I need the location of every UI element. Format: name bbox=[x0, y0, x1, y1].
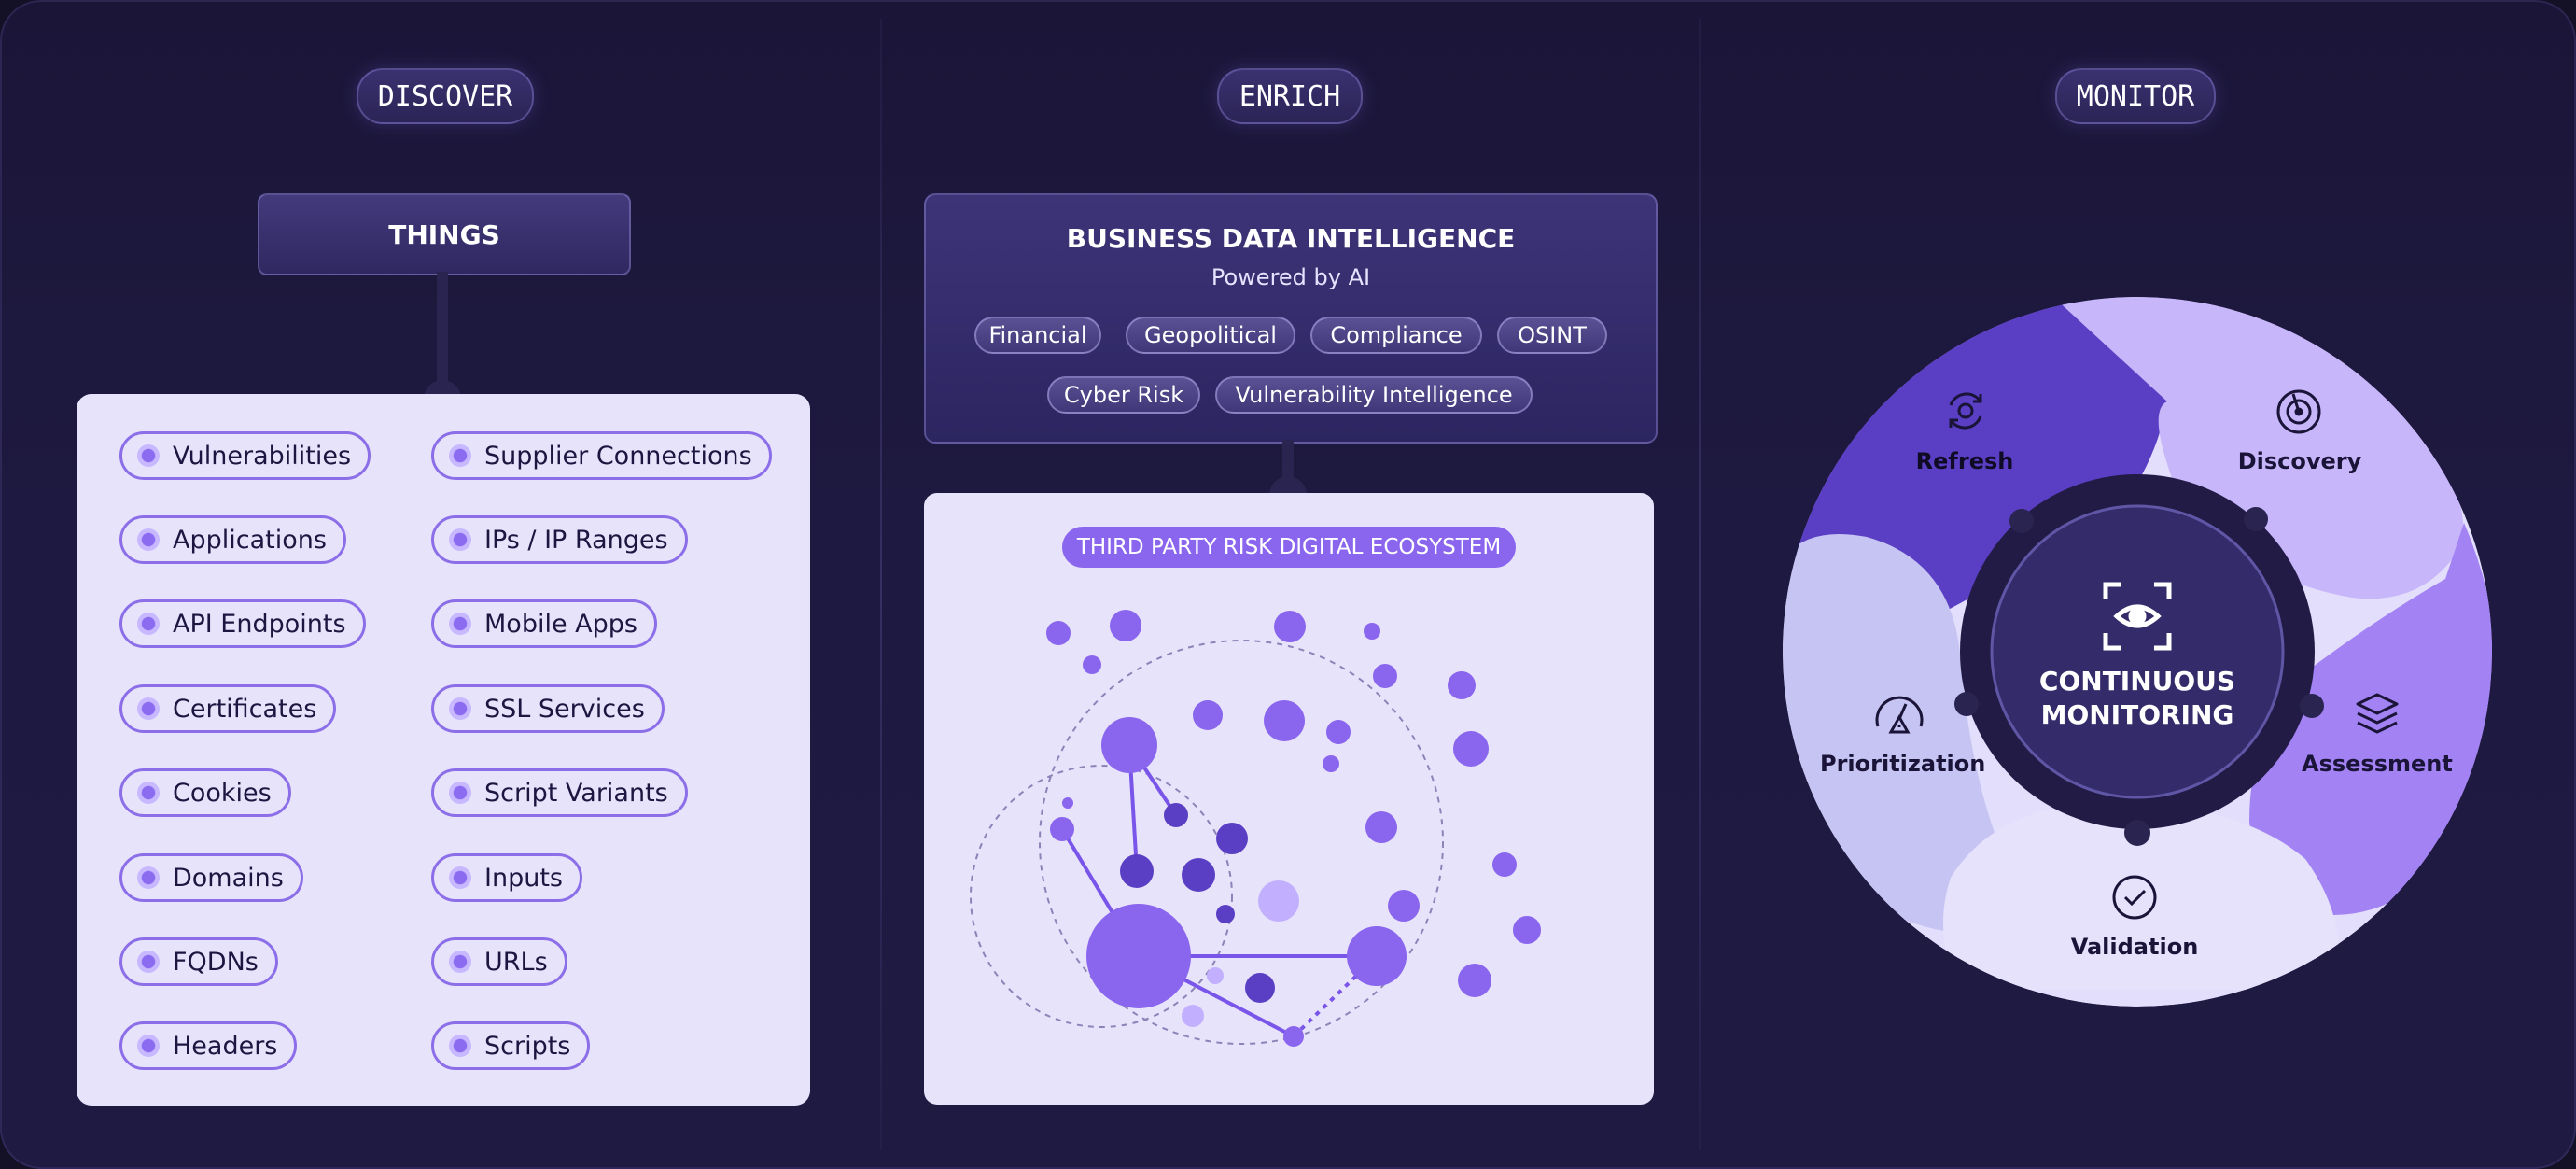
bdi-subtitle: Powered by AI bbox=[1211, 264, 1371, 290]
thing-label: IPs / IP Ranges bbox=[484, 525, 668, 555]
thing-chip: Mobile Apps bbox=[431, 599, 657, 648]
radar-icon bbox=[2276, 389, 2321, 434]
thing-chip: Scripts bbox=[431, 1021, 591, 1070]
column-divider bbox=[1699, 19, 1701, 1150]
stage-refresh-label: Refresh bbox=[1915, 448, 2014, 474]
thing-chip: Cookies bbox=[119, 768, 291, 817]
bullet-icon bbox=[137, 528, 160, 551]
thing-label: Script Variants bbox=[484, 778, 668, 808]
tag-cyber-risk: Cyber Risk bbox=[1047, 376, 1200, 414]
layers-icon bbox=[2356, 693, 2399, 734]
continuous-monitoring-line1: CONTINUOUS bbox=[2038, 666, 2236, 697]
check-circle-icon bbox=[2112, 875, 2157, 920]
thing-chip: Inputs bbox=[431, 853, 582, 902]
bullet-icon bbox=[137, 697, 160, 720]
thing-chip: SSL Services bbox=[431, 684, 665, 733]
thing-label: Mobile Apps bbox=[484, 609, 637, 639]
bullet-icon bbox=[137, 951, 160, 973]
stage-validation-label: Validation bbox=[2070, 934, 2199, 960]
tag-compliance: Compliance bbox=[1310, 317, 1482, 354]
thing-chip: Headers bbox=[119, 1021, 298, 1070]
bullet-icon bbox=[137, 1035, 160, 1057]
thing-label: Headers bbox=[173, 1031, 278, 1061]
bullet-icon bbox=[449, 782, 471, 804]
tag-geopolitical: Geopolitical bbox=[1126, 317, 1295, 354]
ecosystem-network-graph bbox=[970, 610, 1541, 1047]
eye-scan-icon bbox=[2103, 582, 2172, 651]
bullet-icon bbox=[449, 444, 471, 467]
thing-chip: Script Variants bbox=[431, 768, 688, 817]
things-title: THINGS bbox=[388, 218, 500, 250]
things-connector bbox=[437, 272, 448, 396]
thing-label: URLs bbox=[484, 947, 548, 977]
ecosystem-panel: THIRD PARTY RISK DIGITAL ECOSYSTEM bbox=[924, 493, 1654, 1105]
thing-label: Certificates bbox=[173, 694, 317, 724]
thing-label: Vulnerabilities bbox=[173, 441, 352, 471]
tag-vulnerability-intelligence: Vulnerability Intelligence bbox=[1215, 376, 1533, 414]
bullet-icon bbox=[449, 528, 471, 551]
bullet-icon bbox=[449, 1035, 471, 1057]
stage-discovery-label: Discovery bbox=[2237, 448, 2362, 474]
thing-chip: URLs bbox=[431, 937, 567, 986]
column-divider bbox=[880, 19, 882, 1150]
section-discover-label: DISCOVER bbox=[357, 68, 534, 124]
stage-prioritization-label: Prioritization bbox=[1820, 751, 1986, 777]
thing-chip: IPs / IP Ranges bbox=[431, 515, 688, 564]
stage-assessment-label: Assessment bbox=[2302, 751, 2453, 777]
thing-chip: Applications bbox=[119, 515, 346, 564]
business-data-intelligence-box: BUSINESS DATA INTELLIGENCE Powered by AI… bbox=[924, 193, 1658, 444]
continuous-monitoring-line2: MONITORING bbox=[2040, 699, 2234, 730]
tag-financial: Financial bbox=[974, 317, 1101, 354]
thing-label: Domains bbox=[173, 863, 284, 893]
bullet-icon bbox=[449, 866, 471, 889]
section-enrich-label: ENRICH bbox=[1217, 68, 1363, 124]
thing-label: SSL Services bbox=[484, 694, 645, 724]
thing-label: FQDNs bbox=[173, 947, 259, 977]
bullet-icon bbox=[137, 444, 160, 467]
tag-osint: OSINT bbox=[1497, 317, 1607, 354]
bullet-icon bbox=[137, 613, 160, 635]
refresh-icon bbox=[1949, 392, 1982, 430]
thing-label: Applications bbox=[173, 525, 327, 555]
things-list-panel: Vulnerabilities Applications API Endpoin… bbox=[77, 394, 810, 1106]
thing-chip: API Endpoints bbox=[119, 599, 366, 648]
thing-chip: FQDNs bbox=[119, 937, 278, 986]
bullet-icon bbox=[449, 613, 471, 635]
bdi-title: BUSINESS DATA INTELLIGENCE bbox=[1066, 223, 1516, 254]
thing-chip: Certificates bbox=[119, 684, 337, 733]
bullet-icon bbox=[449, 951, 471, 973]
things-header: THINGS bbox=[258, 193, 631, 275]
bullet-icon bbox=[449, 697, 471, 720]
thing-label: API Endpoints bbox=[173, 609, 346, 639]
bullet-icon bbox=[137, 782, 160, 804]
thing-label: Supplier Connections bbox=[484, 441, 752, 471]
thing-label: Scripts bbox=[484, 1031, 571, 1061]
thing-label: Inputs bbox=[484, 863, 563, 893]
thing-chip: Vulnerabilities bbox=[119, 431, 371, 480]
diagram-frame: DISCOVER ENRICH MONITOR THINGS Vulnerabi… bbox=[0, 0, 2576, 1169]
gauge-icon bbox=[1875, 696, 1924, 734]
bullet-icon bbox=[137, 866, 160, 889]
thing-chip: Domains bbox=[119, 853, 303, 902]
thing-chip: Supplier Connections bbox=[431, 431, 772, 480]
thing-label: Cookies bbox=[173, 778, 272, 808]
